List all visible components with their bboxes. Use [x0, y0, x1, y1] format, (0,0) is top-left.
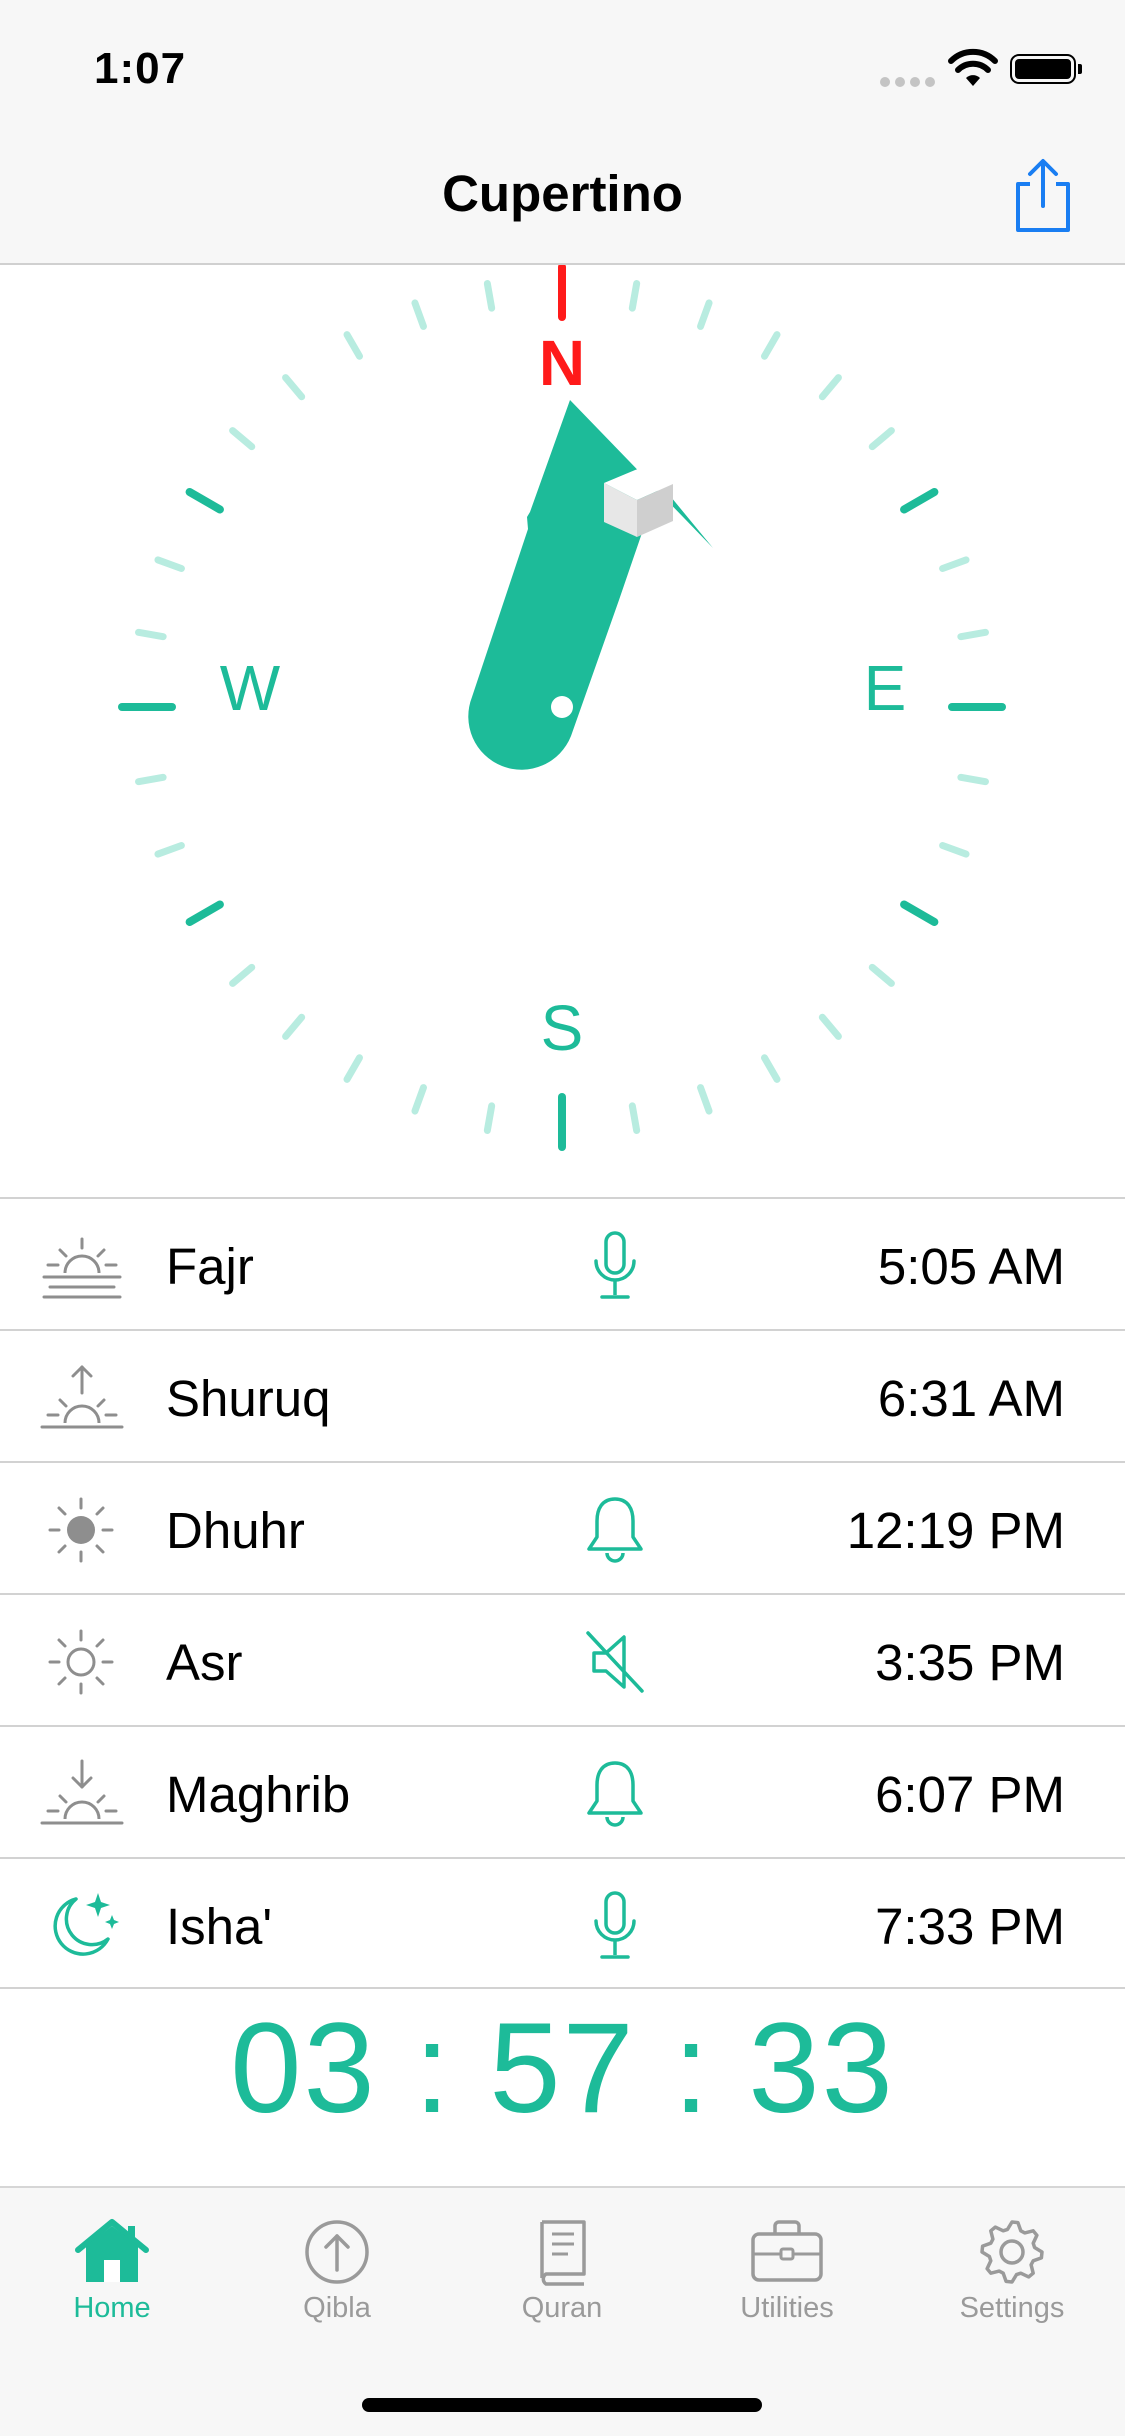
- briefcase-icon: [751, 2220, 823, 2282]
- moon-stars-icon: [53, 1893, 119, 1956]
- prayer-time: 12:19 PM: [846, 1502, 1065, 1559]
- home-icon: [75, 2219, 149, 2282]
- compass-tick: [761, 331, 781, 360]
- compass-tick: [343, 1054, 363, 1083]
- compass-tick: [697, 1084, 713, 1115]
- cellular-signal-icon: [880, 74, 940, 92]
- compass-tick: [628, 280, 641, 312]
- tab-label: Home: [73, 2292, 151, 2324]
- home-indicator: [362, 2398, 762, 2412]
- compass-tick: [868, 963, 895, 987]
- tab-label: Qibla: [303, 2292, 371, 2324]
- compass-tick: [868, 427, 895, 451]
- compass-tick: [957, 628, 989, 641]
- compass-south-label: S: [541, 992, 584, 1064]
- page-title: Cupertino: [442, 165, 683, 222]
- microphone-icon[interactable]: [580, 1229, 650, 1303]
- compass-tick: [761, 1054, 781, 1083]
- compass-tick: [818, 374, 842, 401]
- compass-tick: [939, 842, 970, 858]
- compass-tick: [957, 773, 989, 786]
- compass-tick: [483, 280, 496, 312]
- tab-quran[interactable]: Quran: [482, 2216, 642, 2325]
- compass-east-label: E: [864, 652, 907, 724]
- sunrise-up-arrow-icon: [40, 1365, 124, 1429]
- tab-label: Settings: [959, 2292, 1065, 2324]
- prayer-name: Maghrib: [166, 1766, 351, 1823]
- prayer-row-dhuhr[interactable]: Dhuhr 12:19 PM: [0, 1461, 1125, 1593]
- tab-settings[interactable]: Settings: [932, 2216, 1092, 2325]
- compass-tick: [939, 556, 970, 572]
- qibla-needle-icon: [468, 400, 713, 770]
- prayer-name: Isha': [166, 1898, 273, 1955]
- microphone-icon[interactable]: [580, 1889, 650, 1963]
- navigation-bar: Cupertino: [0, 132, 1125, 265]
- qibla-arrow-icon: [305, 2220, 369, 2284]
- sun-outline-icon: [48, 1629, 114, 1695]
- compass-tick: [135, 628, 167, 641]
- compass-tick: [229, 963, 256, 987]
- sun-filled-icon: [48, 1497, 114, 1563]
- compass-tick: [411, 1084, 427, 1115]
- prayer-row-fajr[interactable]: Fajr 5:05 AM: [0, 1197, 1125, 1329]
- compass-tick: [282, 374, 306, 401]
- share-icon[interactable]: [1008, 156, 1078, 236]
- battery-icon: [1010, 54, 1082, 84]
- sunset-down-arrow-icon: [40, 1759, 124, 1825]
- compass-tick: [628, 1102, 641, 1134]
- prayer-time: 7:33 PM: [875, 1898, 1065, 1955]
- compass-tick: [282, 1013, 306, 1040]
- prayer-row-shuruq[interactable]: Shuruq 6:31 AM: [0, 1329, 1125, 1461]
- prayer-times-list: Fajr 5:05 AM Shuruq 6:31 AM Dhuhr 12:19 …: [0, 1197, 1125, 1989]
- prayer-name: Shuruq: [166, 1370, 331, 1427]
- prayer-row-isha[interactable]: Isha' 7:33 PM: [0, 1857, 1125, 1989]
- tab-utilities[interactable]: Utilities: [707, 2216, 867, 2325]
- compass-tick: [154, 842, 185, 858]
- gear-icon: [980, 2220, 1044, 2284]
- status-bar: 1:07: [0, 0, 1125, 132]
- book-icon: [540, 2220, 586, 2286]
- compass-tick: [900, 900, 939, 926]
- compass-tick: [818, 1013, 842, 1040]
- prayer-name: Dhuhr: [166, 1502, 305, 1559]
- prayer-name: Fajr: [166, 1238, 254, 1295]
- compass-north-label: N: [539, 327, 585, 399]
- wifi-icon: [948, 48, 998, 86]
- muted-speaker-icon[interactable]: [580, 1625, 650, 1699]
- bell-icon[interactable]: [580, 1493, 650, 1567]
- prayer-name: Asr: [166, 1634, 243, 1691]
- compass-tick: [343, 331, 363, 360]
- next-prayer-countdown: 03 : 57 : 33: [230, 1997, 895, 2140]
- compass-tick: [411, 299, 427, 330]
- tab-home[interactable]: Home: [32, 2216, 192, 2325]
- prayer-time: 6:31 AM: [877, 1370, 1065, 1427]
- prayer-row-asr[interactable]: Asr 3:35 PM: [0, 1593, 1125, 1725]
- status-time: 1:07: [94, 44, 187, 93]
- tab-qibla[interactable]: Qibla: [257, 2216, 417, 2325]
- tab-label: Utilities: [740, 2292, 834, 2324]
- prayer-row-maghrib[interactable]: Maghrib 6:07 PM: [0, 1725, 1125, 1857]
- qibla-compass: N S E W: [0, 263, 1125, 1200]
- prayer-time: 3:35 PM: [875, 1634, 1065, 1691]
- bell-icon[interactable]: [580, 1757, 650, 1831]
- prayer-time: 6:07 PM: [875, 1766, 1065, 1823]
- compass-tick: [483, 1102, 496, 1134]
- compass-tick: [900, 488, 939, 514]
- compass-tick: [697, 299, 713, 330]
- compass-tick: [185, 488, 224, 514]
- compass-west-label: W: [220, 652, 281, 724]
- tab-label: Quran: [521, 2292, 603, 2324]
- prayer-time: 5:05 AM: [877, 1238, 1065, 1295]
- compass-tick: [154, 556, 185, 572]
- compass-tick: [135, 773, 167, 786]
- compass-tick: [185, 900, 224, 926]
- sunrise-horizon-icon: [42, 1237, 122, 1299]
- compass-tick: [229, 427, 256, 451]
